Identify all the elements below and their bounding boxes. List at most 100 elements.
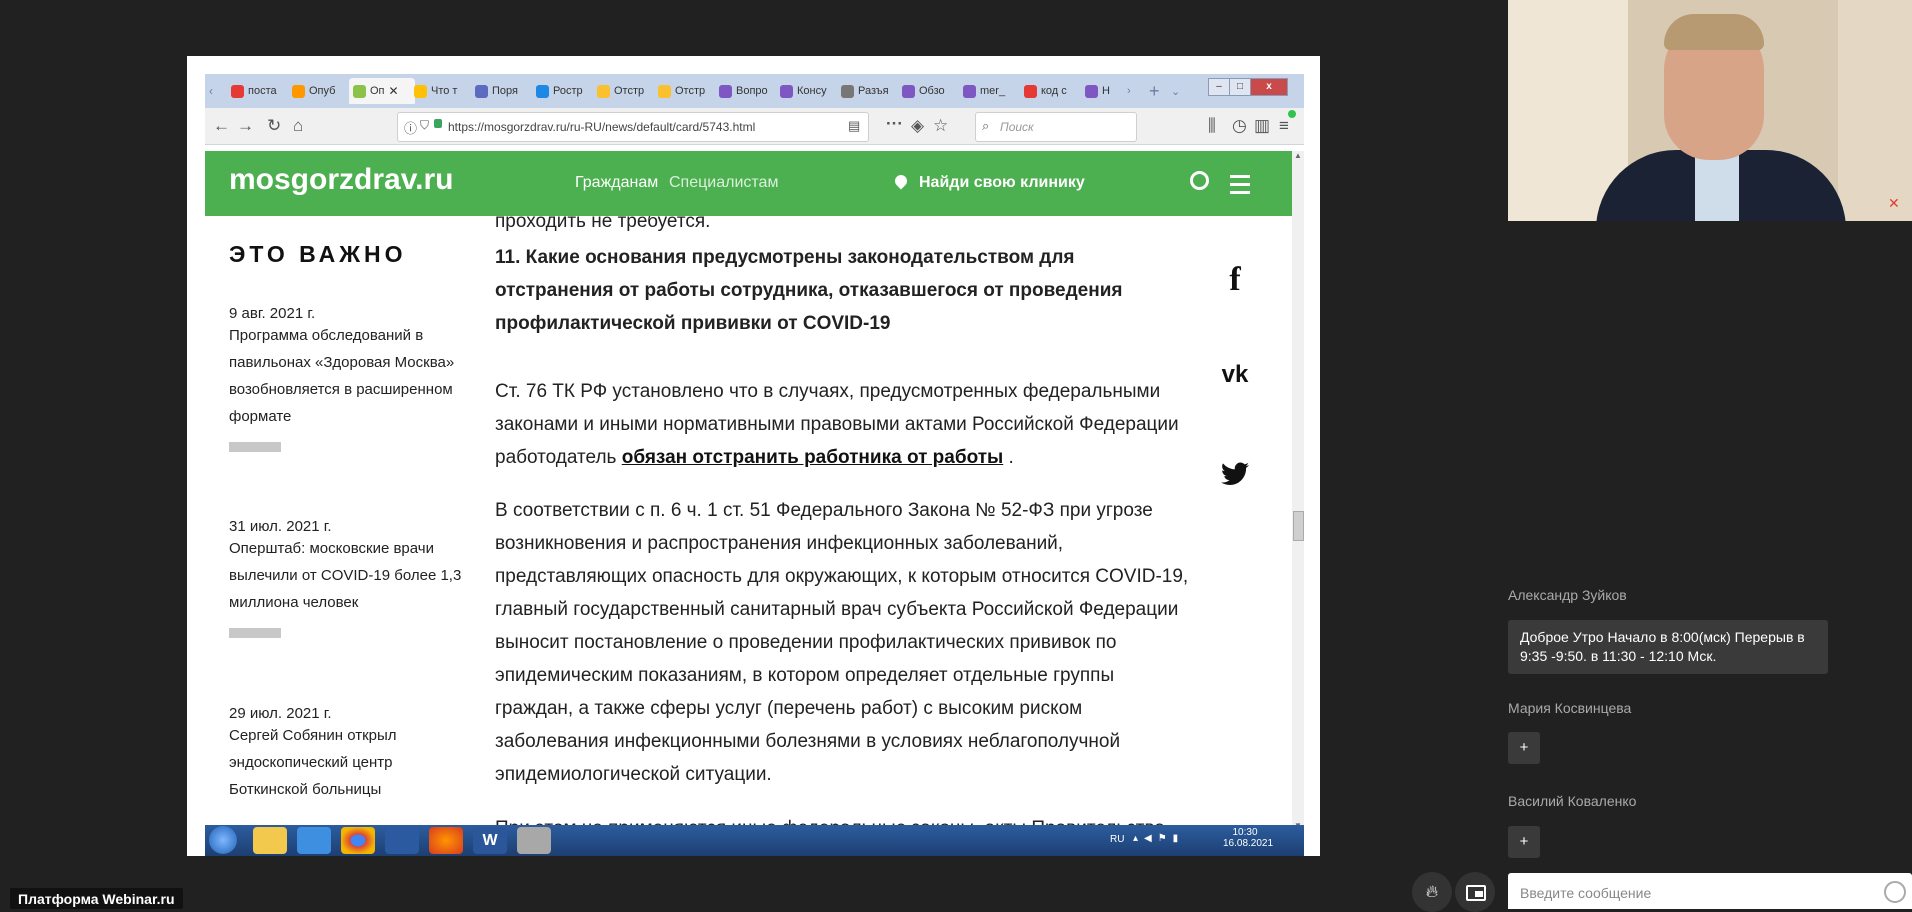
- web-page: проходить не требуется. 11. Какие основа…: [205, 151, 1298, 831]
- internet-explorer-icon[interactable]: [297, 827, 331, 854]
- fire-icon[interactable]: 🔥︎: [1412, 872, 1452, 912]
- tab-label: Опуб: [309, 85, 336, 97]
- maximize-button[interactable]: □: [1229, 78, 1251, 96]
- browser-tab[interactable]: Разъя: [837, 78, 899, 104]
- home-icon[interactable]: ⌂: [293, 116, 303, 136]
- new-tab-button[interactable]: +: [1149, 78, 1165, 104]
- chat-message: +: [1508, 826, 1540, 858]
- browser-tab[interactable]: Консу: [776, 78, 838, 104]
- find-clinic-link[interactable]: Найди свою клинику: [919, 174, 1085, 192]
- app-icon[interactable]: [517, 827, 551, 854]
- site-header: mosgorzdrav.ru Гражданам Специалистам На…: [205, 151, 1298, 216]
- explorer-icon[interactable]: [253, 827, 287, 854]
- browser-tab[interactable]: Отстр: [593, 78, 655, 104]
- browser-tab[interactable]: Поря: [471, 78, 533, 104]
- mic-muted-icon: ✕: [1888, 195, 1900, 211]
- address-bar[interactable]: ⓘ ⛉ https://mosgorzdrav.ru/ru-RU/news/de…: [397, 112, 869, 142]
- chrome-icon[interactable]: [341, 827, 375, 854]
- sidebar-toggle-icon[interactable]: ▥: [1254, 116, 1270, 136]
- browser-tab[interactable]: Опуб: [288, 78, 350, 104]
- search-placeholder: Поиск: [1000, 120, 1034, 134]
- news-title[interactable]: Сергей Собянин открыл эндоскопический це…: [229, 722, 469, 803]
- back-icon[interactable]: ←: [213, 116, 230, 136]
- page-scrollbar[interactable]: ▲ ▼: [1292, 151, 1304, 836]
- news-item[interactable]: 31 июл. 2021 г. Оперштаб: московские вра…: [229, 518, 469, 638]
- news-item[interactable]: 29 июл. 2021 г. Сергей Собянин открыл эн…: [229, 705, 469, 803]
- browser-tab[interactable]: поста: [227, 78, 289, 104]
- browser-tab[interactable]: Что т: [410, 78, 472, 104]
- scroll-thumb[interactable]: [1293, 511, 1304, 541]
- browser-tab[interactable]: mer_: [959, 78, 1021, 104]
- search-icon: ⌕: [982, 118, 990, 133]
- site-logo[interactable]: mosgorzdrav.ru: [229, 163, 454, 197]
- tray-icons[interactable]: ▴◀⚑▮: [1133, 833, 1184, 844]
- browser-tab[interactable]: Вопро: [715, 78, 777, 104]
- important-news-sidebar: ЭТО ВАЖНО 9 авг. 2021 г. Программа обсле…: [229, 241, 469, 798]
- twitter-icon[interactable]: [1215, 456, 1255, 495]
- presenter-webcam: ✕: [1508, 0, 1912, 221]
- pocket-icon[interactable]: ◈: [911, 116, 924, 136]
- article-paragraph-2: В соответствии с п. 6 ч. 1 ст. 51 Федера…: [495, 500, 1189, 785]
- reader-view-icon[interactable]: ▤: [848, 118, 860, 134]
- chat-message: +: [1508, 732, 1540, 764]
- library-icon[interactable]: ⫼: [1208, 116, 1216, 136]
- more-actions-icon[interactable]: ···: [886, 114, 903, 134]
- chat-message: Доброе Утро Начало в 8:00(мск) Перерыв в…: [1508, 620, 1828, 674]
- tab-label: Оп: [370, 85, 385, 97]
- info-icon[interactable]: ⓘ: [404, 118, 417, 137]
- forward-icon[interactable]: →: [237, 116, 254, 136]
- menu-icon[interactable]: ≡: [1279, 116, 1289, 136]
- tab-favicon-icon: [414, 84, 427, 98]
- emoji-icon[interactable]: [1884, 881, 1906, 903]
- tab-label: Отстр: [614, 85, 645, 97]
- shield-icon[interactable]: ⛉: [420, 118, 429, 133]
- sidebar-heading: ЭТО ВАЖНО: [229, 241, 407, 267]
- message-input[interactable]: Введите сообщение: [1508, 873, 1912, 909]
- minimize-button[interactable]: –: [1208, 78, 1230, 96]
- close-window-button[interactable]: x: [1250, 78, 1288, 96]
- site-menu-icon[interactable]: [1230, 175, 1250, 194]
- browser-tab[interactable]: Ростр: [532, 78, 594, 104]
- scroll-up-icon[interactable]: ▲: [1294, 151, 1302, 160]
- facebook-icon[interactable]: f: [1215, 261, 1255, 299]
- picture-in-picture-icon[interactable]: [1455, 872, 1495, 912]
- search-input[interactable]: ⌕ Поиск: [975, 112, 1137, 142]
- clock-time: 10:30: [1232, 827, 1258, 838]
- vk-icon[interactable]: vk: [1215, 361, 1255, 389]
- browser-tab[interactable]: Отстр: [654, 78, 716, 104]
- news-title[interactable]: Оперштаб: московские врачи вылечили от C…: [229, 535, 469, 616]
- reload-icon[interactable]: ↻: [267, 116, 281, 136]
- browser-tab[interactable]: код с: [1020, 78, 1082, 104]
- word-icon[interactable]: W: [473, 827, 507, 854]
- tab-scroll-left-button[interactable]: ‹: [209, 78, 221, 104]
- browser-tab[interactable]: Оп ✕: [349, 78, 415, 104]
- news-title[interactable]: Программа обследований в павильонах «Здо…: [229, 322, 469, 430]
- nav-citizens[interactable]: Гражданам: [575, 174, 658, 192]
- tab-list-button[interactable]: ⌄: [1171, 78, 1185, 104]
- browser-nav-bar: ← → ↻ ⌂ ⓘ ⛉ https://mosgorzdrav.ru/ru-RU…: [205, 108, 1304, 145]
- start-button[interactable]: [209, 826, 237, 854]
- history-icon[interactable]: ◷: [1232, 116, 1247, 136]
- clock[interactable]: 10:30 16.08.2021: [1223, 827, 1273, 849]
- tab-label: Отстр: [675, 85, 706, 97]
- obligation-link[interactable]: обязан отстранить работника от работы: [622, 447, 1004, 468]
- site-search-icon[interactable]: [1190, 171, 1209, 190]
- language-indicator[interactable]: RU: [1110, 834, 1124, 845]
- nav-specialists[interactable]: Специалистам: [669, 174, 778, 192]
- tab-favicon-icon: [292, 84, 305, 98]
- tab-scroll-right-button[interactable]: ›: [1127, 78, 1141, 104]
- save-disk-icon[interactable]: [385, 827, 419, 854]
- curtain: [1838, 0, 1912, 221]
- tab-close-icon[interactable]: ✕: [389, 84, 399, 98]
- update-badge-icon: [1288, 110, 1296, 118]
- bookmark-star-icon[interactable]: ☆: [933, 116, 948, 136]
- browser-tab[interactable]: Обзо: [898, 78, 960, 104]
- news-date: 31 июл. 2021 г.: [229, 518, 332, 535]
- tab-favicon-icon: [841, 84, 854, 98]
- tab-favicon-icon: [963, 84, 976, 98]
- news-item[interactable]: 9 авг. 2021 г. Программа обследований в …: [229, 305, 469, 452]
- chat-author: Мария Косвинцева: [1508, 700, 1632, 716]
- firefox-icon[interactable]: [429, 827, 463, 854]
- chat-author: Александр Зуйков: [1508, 587, 1627, 603]
- platform-badge: Платформа Webinar.ru: [10, 888, 183, 909]
